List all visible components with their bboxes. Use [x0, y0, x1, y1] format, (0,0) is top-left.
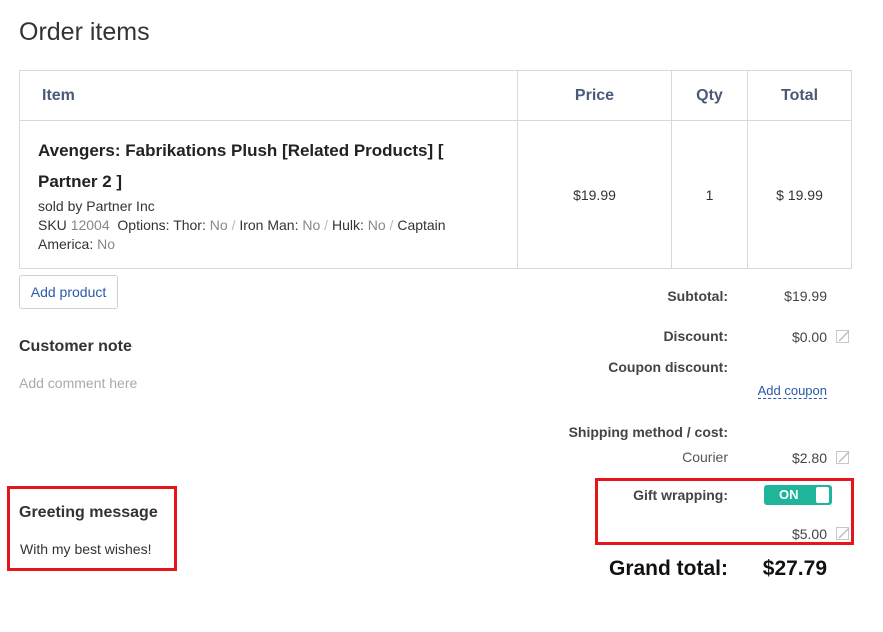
sold-by: sold by Partner Inc: [38, 198, 155, 214]
sku-value: 12004: [70, 217, 110, 233]
toggle-state: ON: [779, 487, 799, 502]
option-value: No: [209, 217, 228, 233]
subtotal-value: $19.99: [784, 288, 827, 304]
toggle-knob: [816, 487, 829, 503]
option-value: No: [302, 217, 321, 233]
page-title: Order items: [19, 18, 150, 46]
edit-icon[interactable]: [836, 330, 850, 344]
column-header-total: Total: [747, 70, 852, 121]
customer-note-title: Customer note: [19, 338, 132, 355]
customer-note-input[interactable]: Add comment here: [19, 375, 137, 391]
order-items-table: Item Price Qty Total Avengers: Fabrikati…: [19, 70, 852, 269]
option-separator: /: [231, 217, 236, 233]
add-product-button[interactable]: Add product: [19, 275, 118, 309]
edit-icon[interactable]: [836, 451, 850, 465]
discount-value: $0.00: [791, 329, 827, 345]
option-separator: /: [324, 217, 329, 233]
add-coupon-link[interactable]: Add coupon: [757, 383, 827, 399]
column-header-qty: Qty: [671, 70, 748, 121]
shipping-label: Shipping method / cost:: [568, 424, 728, 440]
option-value: No: [97, 236, 116, 252]
option-name: Thor:: [173, 217, 206, 233]
grand-total-value: $27.79: [762, 557, 827, 580]
column-header-price: Price: [517, 70, 672, 121]
option-separator: /: [389, 217, 394, 233]
subtotal-label: Subtotal:: [667, 288, 728, 304]
price-cell: $19.99: [517, 120, 672, 269]
product-name-link[interactable]: Avengers: Fabrikations Plush [Related Pr…: [38, 135, 499, 197]
option-value: No: [367, 217, 386, 233]
greeting-message-text[interactable]: With my best wishes!: [20, 541, 151, 557]
item-cell: Avengers: Fabrikations Plush [Related Pr…: [19, 120, 518, 269]
shipping-cost: $2.80: [791, 450, 827, 466]
qty-cell: 1: [671, 120, 748, 269]
greeting-message-title: Greeting message: [19, 504, 158, 521]
discount-label: Discount:: [663, 328, 728, 344]
option-name: Hulk:: [331, 217, 364, 233]
gift-wrapping-label: Gift wrapping:: [633, 487, 728, 503]
table-header-row: Item Price Qty Total: [19, 70, 852, 121]
gift-wrapping-cost: $5.00: [791, 526, 827, 542]
product-meta: SKU 12004 Options: Thor: No / Iron Man: …: [38, 216, 499, 254]
sku-label: SKU: [38, 217, 67, 233]
greeting-highlight-box: [7, 486, 177, 571]
column-header-item: Item: [19, 70, 518, 121]
grand-total-label: Grand total:: [609, 557, 728, 580]
edit-icon[interactable]: [836, 527, 850, 541]
options-label: Options:: [117, 217, 170, 233]
gift-wrapping-toggle[interactable]: ON: [764, 485, 832, 505]
table-row: Avengers: Fabrikations Plush [Related Pr…: [19, 120, 852, 269]
option-name: Iron Man:: [239, 217, 299, 233]
total-cell: $ 19.99: [747, 120, 852, 269]
shipping-method: Courier: [682, 449, 728, 465]
coupon-discount-label: Coupon discount:: [608, 359, 728, 375]
